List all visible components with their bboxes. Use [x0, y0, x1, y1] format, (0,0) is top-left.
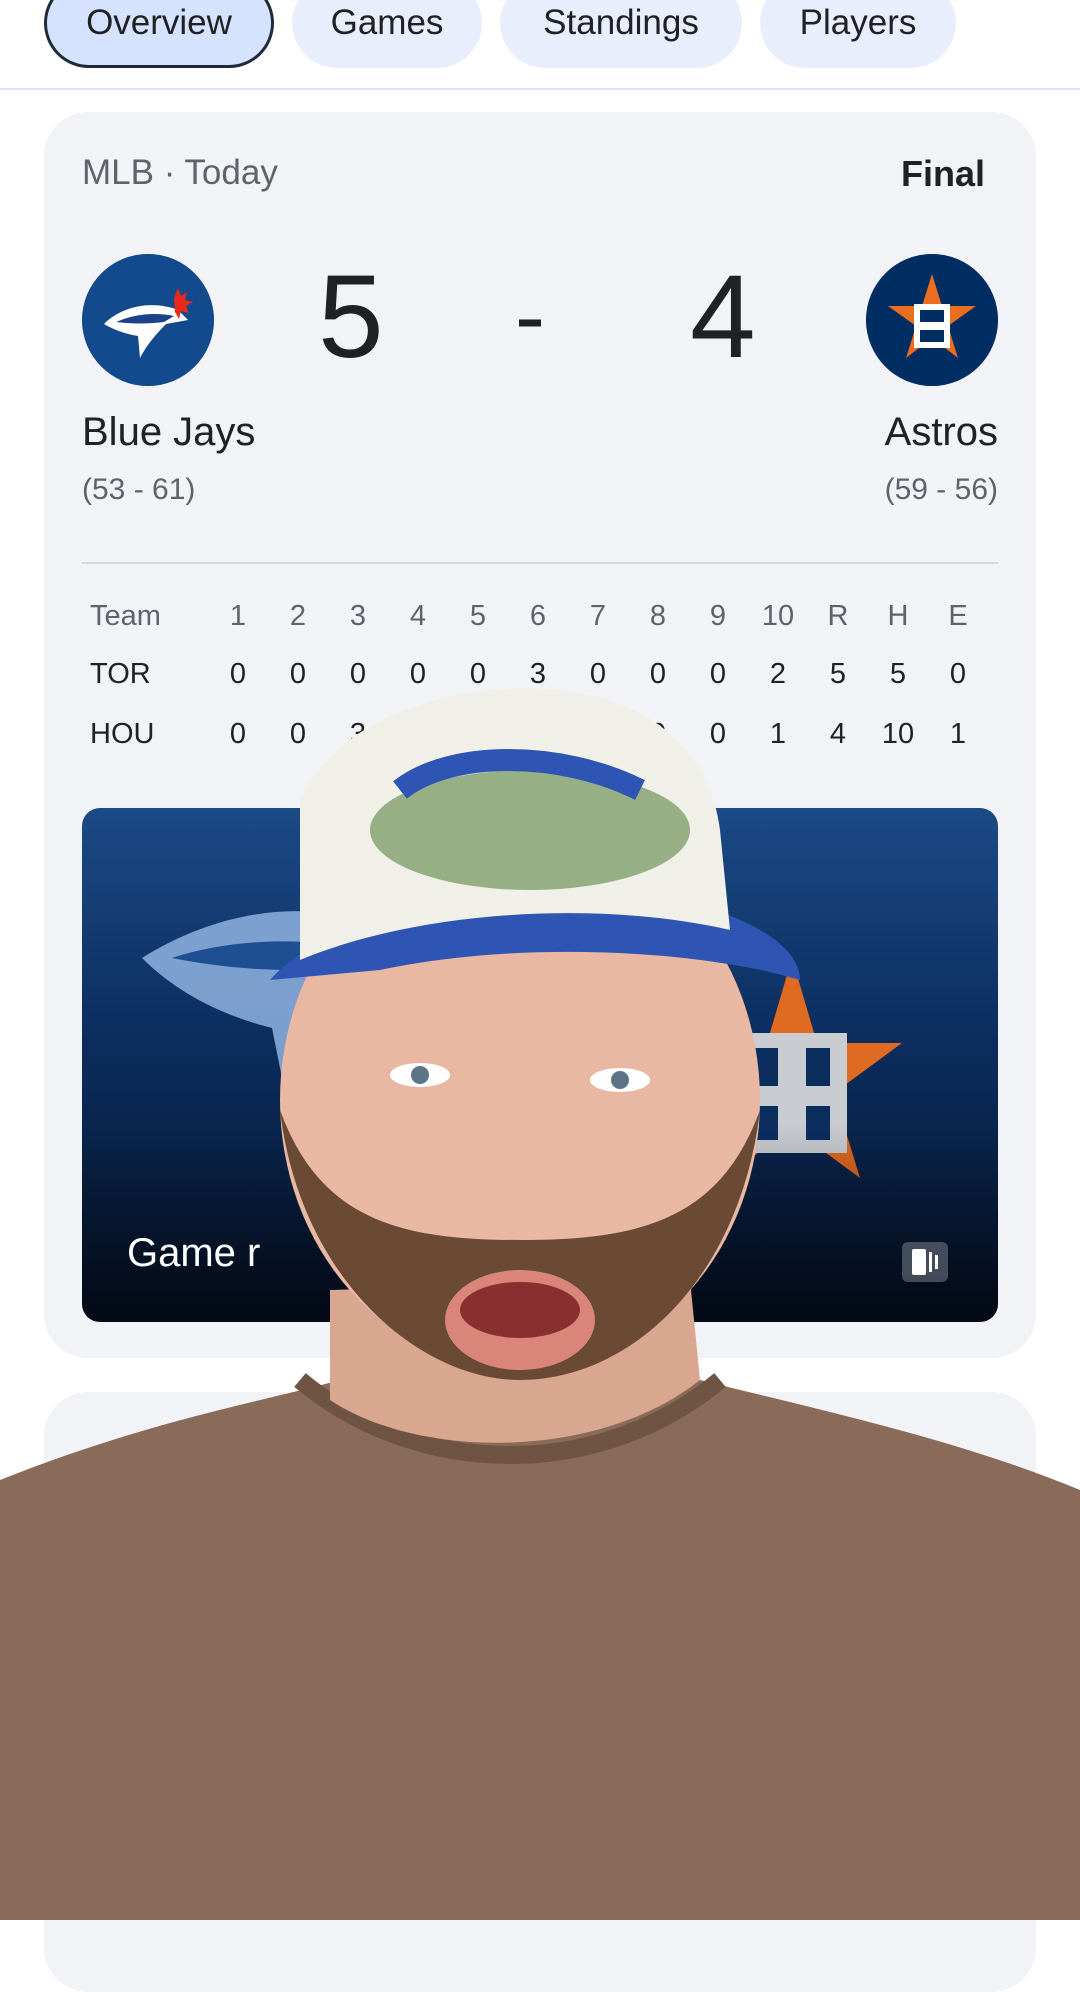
inning-header: 7	[589, 600, 607, 632]
inning-header: 3	[349, 600, 367, 632]
inning-header: 6	[529, 600, 547, 632]
inning-header: 2	[289, 600, 307, 632]
tab-label: Standings	[543, 3, 699, 42]
blue-jays-logo-icon[interactable]	[82, 254, 214, 386]
tab-label: Overview	[86, 3, 232, 42]
score-separator: -	[515, 267, 545, 367]
away-score: 4	[690, 251, 756, 383]
home-score: 5	[318, 251, 384, 383]
away-team-record: (59 - 56)	[884, 473, 998, 506]
linescore-header: Team 1 2 3 4 5 6 7 8 9 10 R H E	[82, 600, 1002, 646]
inning-header: 1	[229, 600, 247, 632]
card-divider	[82, 562, 998, 564]
inning-header: 9	[709, 600, 727, 632]
tab-overview[interactable]: Overview	[44, 0, 274, 68]
inning-header: 8	[649, 600, 667, 632]
tab-bar: Overview Games Standings Players	[0, 0, 1080, 90]
linescore-team-header: Team	[90, 600, 161, 632]
tab-players[interactable]: Players	[760, 0, 956, 68]
presenter-video-overlay	[0, 688, 1080, 1920]
runs-header: R	[827, 600, 849, 632]
home-team-record: (53 - 61)	[82, 473, 196, 506]
tab-label: Players	[799, 3, 917, 42]
home-team-name[interactable]: Blue Jays	[82, 410, 255, 455]
tab-standings[interactable]: Standings	[500, 0, 742, 68]
league-date: MLB · Today	[82, 153, 278, 192]
tab-label: Games	[330, 3, 444, 42]
errors-header: E	[948, 600, 968, 632]
inning-header: 4	[409, 600, 427, 632]
hits-header: H	[887, 600, 909, 632]
tab-games[interactable]: Games	[292, 0, 482, 68]
astros-logo-icon[interactable]	[866, 254, 998, 386]
away-team-name[interactable]: Astros	[885, 410, 998, 455]
game-status: Final	[900, 153, 985, 194]
inning-header: 5	[469, 600, 487, 632]
inning-header: 10	[761, 600, 795, 632]
